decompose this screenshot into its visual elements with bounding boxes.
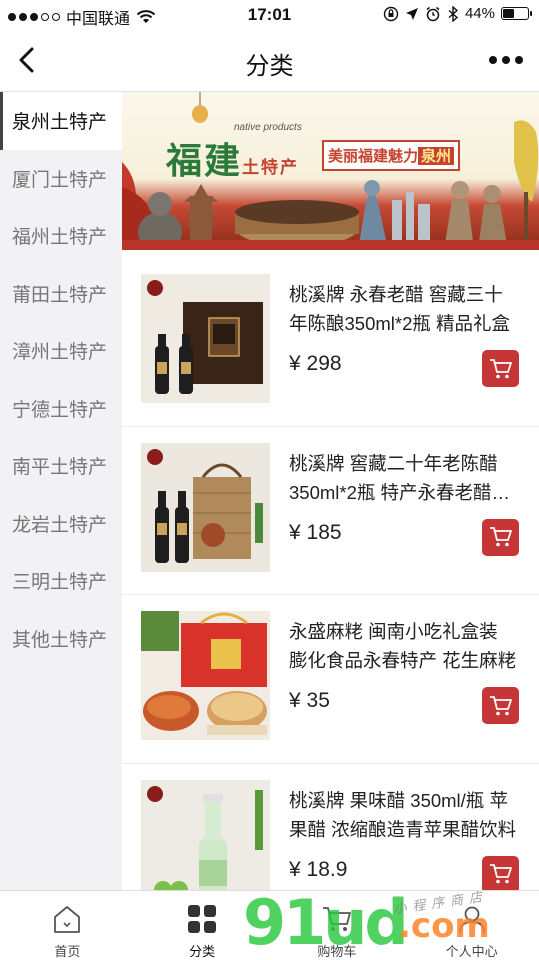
tab-home-label: 首页 xyxy=(54,944,81,959)
shopping-cart-icon xyxy=(489,864,512,884)
category-grid-icon xyxy=(184,901,220,937)
product-item[interactable]: 桃溪牌 窖藏二十年老陈醋 350ml*2瓶 特产永春老醋木盒装 ¥ 185 xyxy=(122,427,539,595)
battery-icon xyxy=(501,7,532,20)
product-item[interactable]: 桃溪牌 永春老醋 窖藏三十年陈酿350ml*2瓶 精品礼盒 ¥ 298 xyxy=(122,258,539,427)
banner-slogan-highlight: 泉州 xyxy=(418,147,455,165)
sidebar-item-ningde[interactable]: 宁德土特产 xyxy=(0,380,122,438)
sidebar-item-putian[interactable]: 莆田土特产 xyxy=(0,265,122,323)
bluetooth-icon xyxy=(448,5,459,22)
product-image[interactable] xyxy=(141,442,270,572)
alarm-icon xyxy=(426,6,440,21)
shopping-cart-icon xyxy=(319,901,355,937)
add-to-cart-button[interactable] xyxy=(482,350,519,387)
add-to-cart-button[interactable] xyxy=(482,687,519,724)
more-options-icon[interactable] xyxy=(489,56,523,64)
sidebar-item-sanming[interactable]: 三明土特产 xyxy=(0,552,122,610)
add-to-cart-button[interactable] xyxy=(482,518,519,556)
banner-title-main: 福建 xyxy=(166,140,243,182)
product-name[interactable]: 桃溪牌 永春老醋 窖藏三十年陈酿350ml*2瓶 精品礼盒 xyxy=(289,280,521,338)
banner-title-suffix: 土特产 xyxy=(242,158,300,178)
tab-cart[interactable]: 购物车 xyxy=(270,891,405,960)
shopping-cart-icon xyxy=(489,695,512,715)
battery-percent: 44% xyxy=(464,5,495,22)
product-image[interactable] xyxy=(141,274,270,403)
status-right: 44% xyxy=(383,5,532,22)
navigation-bar: 分类 xyxy=(0,30,539,92)
sidebar-item-xiamen[interactable]: 厦门土特产 xyxy=(0,150,122,208)
tab-profile-label: 个人中心 xyxy=(445,944,498,959)
banner-slogan: 美丽福建魅力 泉州 xyxy=(322,140,461,171)
page-title: 分类 xyxy=(245,53,294,80)
product-image[interactable] xyxy=(141,611,270,740)
home-icon xyxy=(49,901,85,937)
tab-profile[interactable]: 个人中心 xyxy=(404,891,539,960)
sidebar-item-longyan[interactable]: 龙岩土特产 xyxy=(0,495,122,553)
product-image[interactable] xyxy=(141,779,270,890)
sidebar-item-quanzhou[interactable]: 泉州土特产 xyxy=(0,92,122,150)
add-to-cart-button[interactable] xyxy=(482,855,519,890)
product-name[interactable]: 桃溪牌 窖藏二十年老陈醋 350ml*2瓶 特产永春老醋木盒装 xyxy=(289,449,521,507)
product-price: ¥ 298 xyxy=(289,352,342,375)
shopping-cart-icon xyxy=(489,358,512,378)
user-icon xyxy=(454,901,490,937)
sidebar-item-nanping[interactable]: 南平土特产 xyxy=(0,437,122,495)
sidebar-item-fuzhou[interactable]: 福州土特产 xyxy=(0,207,122,265)
product-price: ¥ 18.9 xyxy=(289,857,348,881)
product-name[interactable]: 永盛麻粩 闽南小吃礼盒装 膨化食品永春特产 花生麻粩 xyxy=(289,617,521,675)
sidebar-item-other[interactable]: 其他土特产 xyxy=(0,610,122,668)
product-list: 桃溪牌 永春老醋 窖藏三十年陈酿350ml*2瓶 精品礼盒 ¥ 298 桃溪牌 … xyxy=(122,258,539,890)
location-arrow-icon xyxy=(405,7,418,20)
rotation-lock-icon xyxy=(383,6,399,21)
product-name[interactable]: 桃溪牌 果味醋 350ml/瓶 苹果醋 浓缩酿造青苹果醋饮料 xyxy=(289,786,521,844)
product-item[interactable]: 永盛麻粩 闽南小吃礼盒装 膨化食品永春特产 花生麻粩 ¥ 35 xyxy=(122,595,539,764)
category-banner[interactable]: native products 福建土特产 美丽福建魅力 泉州 xyxy=(122,92,539,250)
product-item[interactable]: 桃溪牌 果味醋 350ml/瓶 苹果醋 浓缩酿造青苹果醋饮料 ¥ 18.9 xyxy=(122,764,539,890)
tab-home[interactable]: 首页 xyxy=(0,891,135,960)
tab-category-label: 分类 xyxy=(189,944,216,959)
banner-slogan-text: 美丽福建魅力 xyxy=(328,147,419,165)
tab-category[interactable]: 分类 xyxy=(135,891,270,960)
tab-cart-label: 购物车 xyxy=(317,944,357,959)
bottom-tab-bar: 首页 分类 购物车 个人中心 xyxy=(0,890,539,960)
product-price: ¥ 35 xyxy=(289,689,330,712)
status-bar: 中国联通 17:01 44% xyxy=(0,0,539,30)
product-price: ¥ 185 xyxy=(289,520,342,544)
category-sidebar: 泉州土特产 厦门土特产 福州土特产 莆田土特产 漳州土特产 宁德土特产 南平土特… xyxy=(0,92,122,890)
product-content: native products 福建土特产 美丽福建魅力 泉州 桃溪牌 永春老醋… xyxy=(122,92,539,890)
banner-title: 福建土特产 xyxy=(166,132,299,184)
shopping-cart-icon xyxy=(489,527,512,547)
sidebar-item-zhangzhou[interactable]: 漳州土特产 xyxy=(0,322,122,380)
